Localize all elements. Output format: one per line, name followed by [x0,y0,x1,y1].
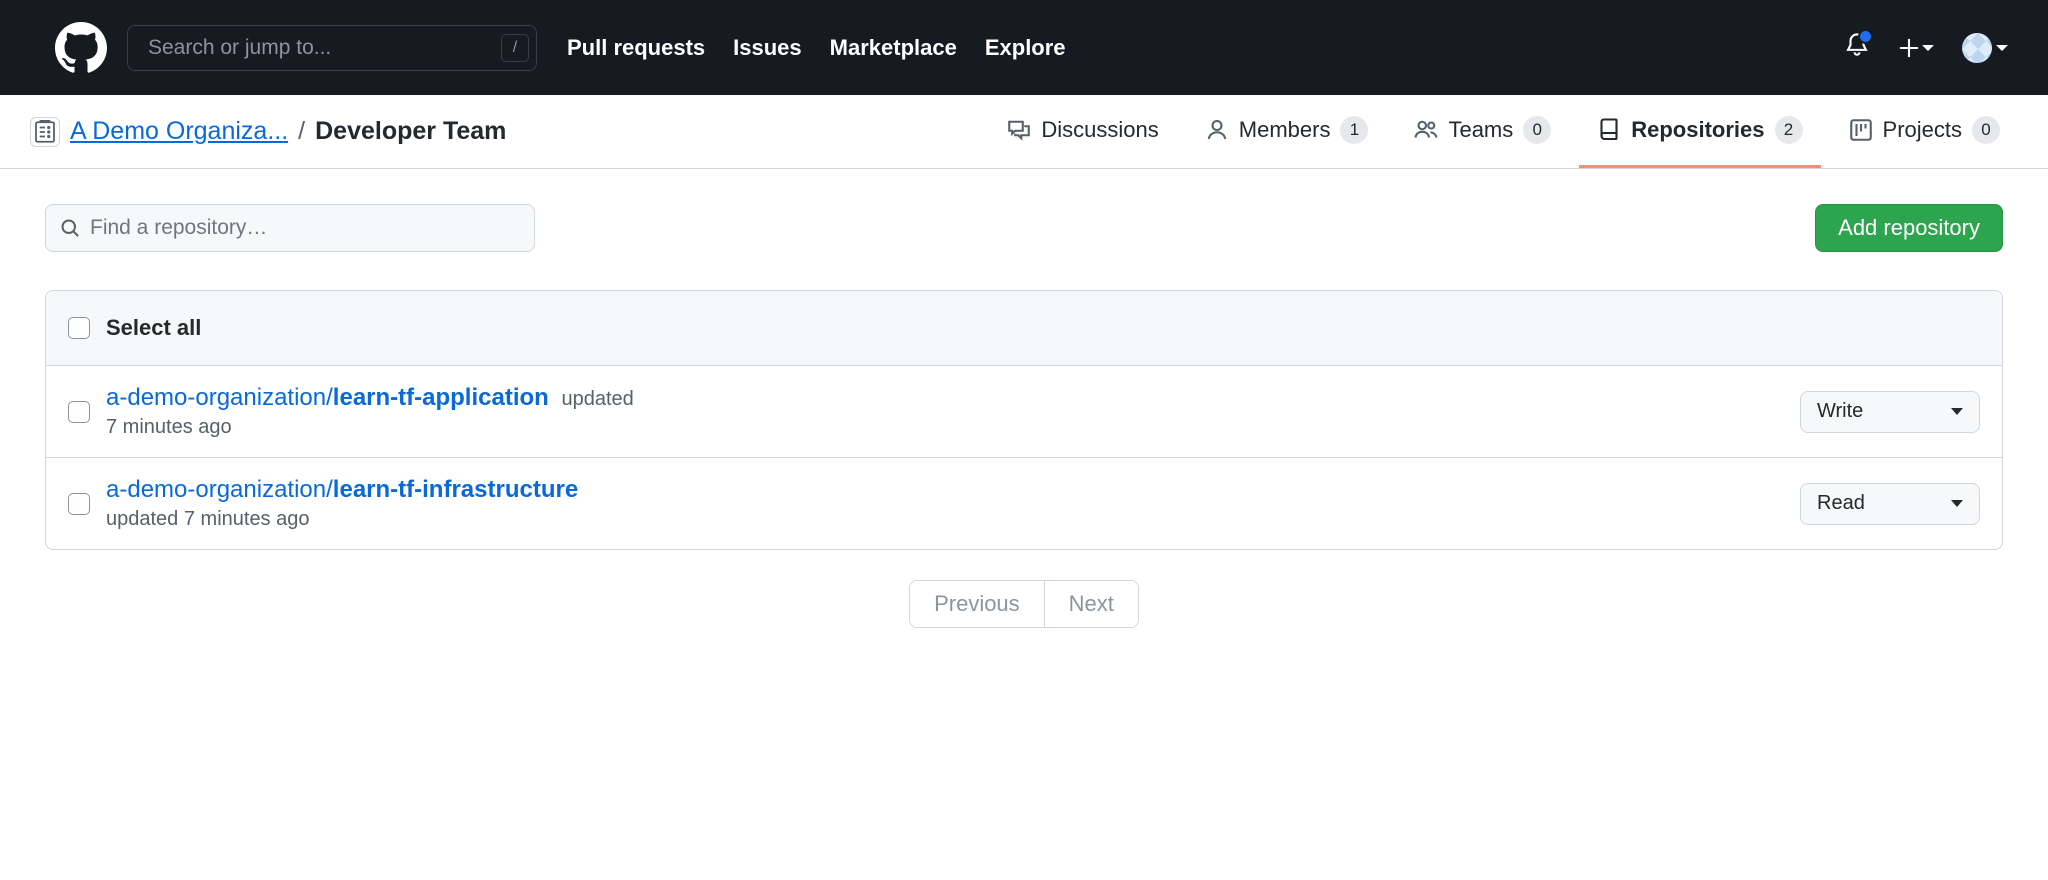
caret-down-icon [1951,500,1963,507]
avatar-icon [1962,33,1992,63]
tab-counter: 0 [1972,116,2000,144]
nav-pull-requests[interactable]: Pull requests [567,35,705,61]
caret-down-icon [1951,408,1963,415]
pagination: Previous Next [45,580,2003,628]
repo-meta-inline: updated [561,388,633,410]
breadcrumb: A Demo Organiza... / Developer Team [30,117,506,147]
repo-link[interactable]: a-demo-organization/learn-tf-infrastruct… [106,476,578,503]
repo-row: a-demo-organization/learn-tf-infrastruct… [46,458,2002,549]
repo-link[interactable]: a-demo-organization/learn-tf-application [106,384,555,411]
header-actions [1844,32,2008,63]
search-icon [60,218,80,238]
people-icon [1414,118,1438,142]
repo-name: learn-tf-infrastructure [333,476,578,503]
tab-label: Repositories [1631,117,1764,143]
permission-value: Read [1817,492,1865,515]
row-checkbox[interactable] [68,401,90,423]
team-subnav: A Demo Organiza... / Developer Team Disc… [0,95,2048,169]
previous-button[interactable]: Previous [910,581,1044,627]
create-new-dropdown[interactable] [1898,37,1934,59]
breadcrumb-team-name: Developer Team [315,117,506,146]
repo-list: Select all a-demo-organization/learn-tf-… [45,290,2003,550]
repo-name: learn-tf-application [333,384,549,411]
row-checkbox[interactable] [68,493,90,515]
breadcrumb-org-link[interactable]: A Demo Organiza... [70,117,288,146]
tab-counter: 1 [1340,116,1368,144]
github-logo-icon[interactable] [55,22,107,74]
tab-counter: 2 [1775,116,1803,144]
global-search[interactable]: / [127,25,537,71]
tab-counter: 0 [1523,116,1551,144]
repo-meta: updated 7 minutes ago [106,508,1784,531]
select-all-checkbox[interactable] [68,317,90,339]
tab-label: Members [1239,117,1331,143]
tab-members[interactable]: Members 1 [1187,95,1387,168]
select-all-label: Select all [106,315,201,341]
tab-label: Teams [1448,117,1513,143]
tab-discussions[interactable]: Discussions [989,95,1176,168]
repo-row-body: a-demo-organization/learn-tf-application… [106,384,1784,439]
notification-dot-icon [1858,29,1873,44]
permission-dropdown[interactable]: Write [1800,391,1980,433]
repo-icon [1597,118,1621,142]
global-nav: Pull requests Issues Marketplace Explore [567,35,1066,61]
caret-down-icon [1996,45,2008,51]
pagination-group: Previous Next [909,580,1139,628]
slash-key-hint: / [501,34,529,62]
person-icon [1205,118,1229,142]
list-header: Select all [46,291,2002,366]
project-icon [1849,118,1873,142]
breadcrumb-separator: / [298,117,305,146]
repo-row: a-demo-organization/learn-tf-application… [46,366,2002,458]
notifications-button[interactable] [1844,32,1870,63]
team-tabs: Discussions Members 1 Teams 0 Repositori… [989,95,2018,168]
nav-marketplace[interactable]: Marketplace [830,35,957,61]
tab-label: Discussions [1041,117,1158,143]
repo-toolbar: Add repository [45,204,2003,252]
repo-owner: a-demo-organization/ [106,476,333,503]
comment-discussion-icon [1007,118,1031,142]
repo-owner: a-demo-organization/ [106,384,333,411]
repo-row-body: a-demo-organization/learn-tf-infrastruct… [106,476,1784,531]
add-repository-button[interactable]: Add repository [1815,204,2003,252]
main-content: Add repository Select all a-demo-organiz… [0,169,2048,663]
tab-teams[interactable]: Teams 0 [1396,95,1569,168]
permission-dropdown[interactable]: Read [1800,483,1980,525]
tab-repositories[interactable]: Repositories 2 [1579,95,1820,168]
caret-down-icon [1922,45,1934,51]
tab-projects[interactable]: Projects 0 [1831,95,2018,168]
organization-icon [30,117,60,147]
tab-label: Projects [1883,117,1962,143]
nav-issues[interactable]: Issues [733,35,802,61]
repo-meta: 7 minutes ago [106,416,1784,439]
repo-search[interactable] [45,204,535,252]
search-input[interactable] [127,25,537,71]
permission-value: Write [1817,400,1863,423]
global-header: / Pull requests Issues Marketplace Explo… [0,0,2048,95]
repo-search-input[interactable] [90,216,520,240]
user-menu-dropdown[interactable] [1962,33,2008,63]
nav-explore[interactable]: Explore [985,35,1066,61]
next-button[interactable]: Next [1044,581,1138,627]
